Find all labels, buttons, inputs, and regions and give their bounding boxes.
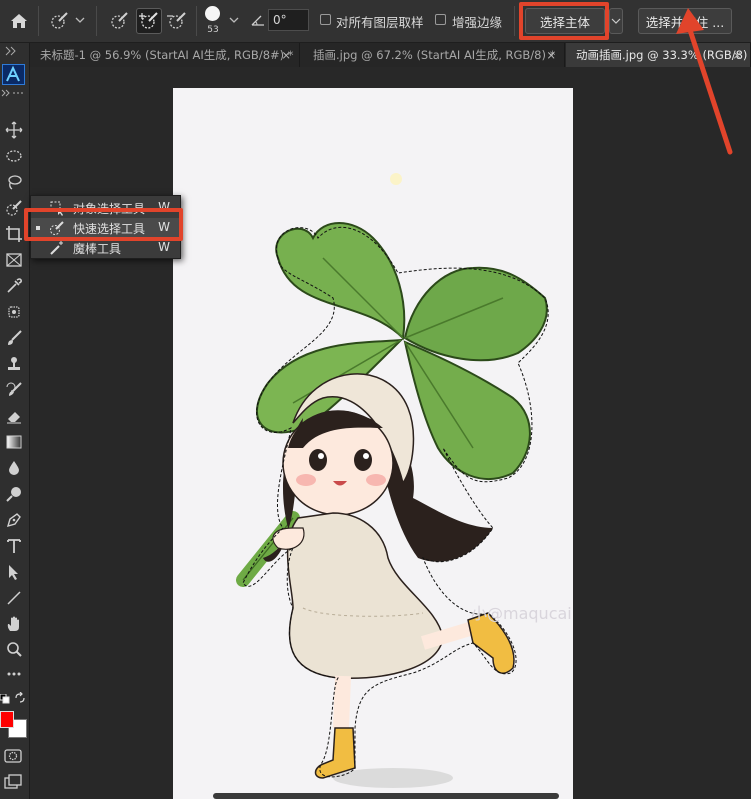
quick-selection-tool-icon[interactable] — [3, 197, 25, 219]
close-icon[interactable]: × — [732, 43, 742, 67]
new-selection-icon — [111, 12, 128, 29]
brush-preview-icon — [205, 6, 220, 21]
path-selection-tool-icon[interactable] — [3, 561, 25, 583]
home-icon[interactable] — [8, 10, 30, 32]
tool-preset-picker[interactable] — [46, 8, 72, 34]
flyout-item-shortcut: W — [158, 240, 170, 254]
tab-illustration[interactable]: 插画.jpg @ 67.2% (StartAI AI生成, RGB/8) * × — [303, 43, 565, 67]
swap-colors-icon[interactable] — [14, 691, 26, 704]
quick-select-brush-icon — [51, 12, 68, 29]
document-canvas[interactable]: 小@maqucai — [173, 88, 573, 799]
type-tool-icon[interactable] — [3, 535, 25, 557]
subtract-from-selection-button[interactable] — [164, 8, 190, 34]
add-selection-icon — [139, 12, 158, 29]
eraser-tool-icon[interactable] — [3, 405, 25, 427]
horizontal-scrollbar[interactable] — [213, 793, 559, 799]
enhance-edge-label: 增强边缘 — [452, 15, 503, 30]
options-bar: 53 0° 对所有图层取样 增强边缘 选择主体 选择并遮住 ... — [0, 0, 751, 43]
document-tab-bar: 未标题-1 @ 56.9% (StartAI AI生成, RGB/8#) * ×… — [30, 43, 751, 67]
new-selection-button[interactable] — [106, 8, 132, 34]
close-icon[interactable]: × — [546, 43, 556, 67]
brush-chevron-icon[interactable] — [228, 14, 240, 26]
foreground-color-swatch[interactable] — [0, 711, 14, 728]
add-to-selection-button[interactable] — [136, 8, 162, 34]
panel-collapse-icon[interactable] — [0, 43, 29, 59]
select-subject-dropdown[interactable] — [609, 8, 623, 34]
pen-tool-icon[interactable] — [3, 509, 25, 531]
eyedropper-tool-icon[interactable] — [3, 275, 25, 297]
tab-animation-illustration[interactable]: 动画插画.jpg @ 33.3% (RGB/8) × — [566, 43, 751, 67]
watermark-text: 小@maqucai — [471, 604, 572, 623]
hand-tool-icon[interactable] — [3, 613, 25, 635]
select-and-mask-button[interactable]: 选择并遮住 ... — [638, 8, 732, 34]
marquee-tool-icon[interactable] — [3, 145, 25, 167]
annotation-box-quick-selection — [24, 208, 183, 241]
annotation-box-select-subject — [519, 2, 609, 40]
frame-tool-icon[interactable] — [3, 249, 25, 271]
angle-icon — [250, 12, 266, 28]
lasso-tool-icon[interactable] — [3, 171, 25, 193]
close-icon[interactable]: × — [281, 43, 291, 67]
more-tools-icon[interactable] — [3, 663, 25, 685]
illustration-girl-with-clover — [236, 173, 549, 788]
panel-expand-icon[interactable] — [0, 87, 29, 99]
tab-untitled[interactable]: 未标题-1 @ 56.9% (StartAI AI生成, RGB/8#) * × — [30, 43, 300, 67]
screen-mode-icon[interactable] — [2, 773, 24, 791]
line-tool-icon[interactable] — [3, 587, 25, 609]
tab-label: 未标题-1 @ 56.9% (StartAI AI生成, RGB/8#) * — [40, 48, 294, 62]
tab-label: 动画插画.jpg @ 33.3% (RGB/8) — [576, 48, 748, 62]
tab-label: 插画.jpg @ 67.2% (StartAI AI生成, RGB/8) * — [313, 48, 556, 62]
tools-panel — [0, 43, 30, 799]
brush-size-value: 53 — [207, 25, 219, 35]
chevron-down-icon — [611, 18, 621, 24]
angle-input[interactable]: 0° — [268, 9, 309, 31]
enhance-edge-checkbox[interactable] — [435, 14, 446, 25]
move-tool-icon[interactable] — [3, 119, 25, 141]
gradient-tool-icon[interactable] — [3, 431, 25, 453]
healing-brush-tool-icon[interactable] — [3, 301, 25, 323]
history-brush-tool-icon[interactable] — [3, 379, 25, 401]
sample-all-layers-label: 对所有图层取样 — [336, 15, 424, 30]
brush-size-picker[interactable]: 53 — [202, 5, 224, 39]
sample-all-layers-checkbox[interactable] — [320, 14, 331, 25]
crop-tool-icon[interactable] — [3, 223, 25, 245]
blur-tool-icon[interactable] — [3, 457, 25, 479]
default-colors-icon[interactable] — [0, 693, 10, 704]
subtract-selection-icon — [167, 12, 186, 29]
chevron-down-icon[interactable] — [74, 14, 86, 26]
quick-mask-icon[interactable] — [2, 747, 24, 765]
brush-tool-icon[interactable] — [3, 327, 25, 349]
startai-logo-icon[interactable] — [2, 64, 25, 85]
zoom-tool-icon[interactable] — [3, 639, 25, 661]
clone-stamp-tool-icon[interactable] — [3, 353, 25, 375]
magic-wand-icon — [50, 241, 63, 255]
dodge-tool-icon[interactable] — [3, 483, 25, 505]
flyout-item-label: 魔棒工具 — [73, 242, 122, 256]
magic-wand-tool-item[interactable]: 魔棒工具 W — [31, 238, 180, 258]
